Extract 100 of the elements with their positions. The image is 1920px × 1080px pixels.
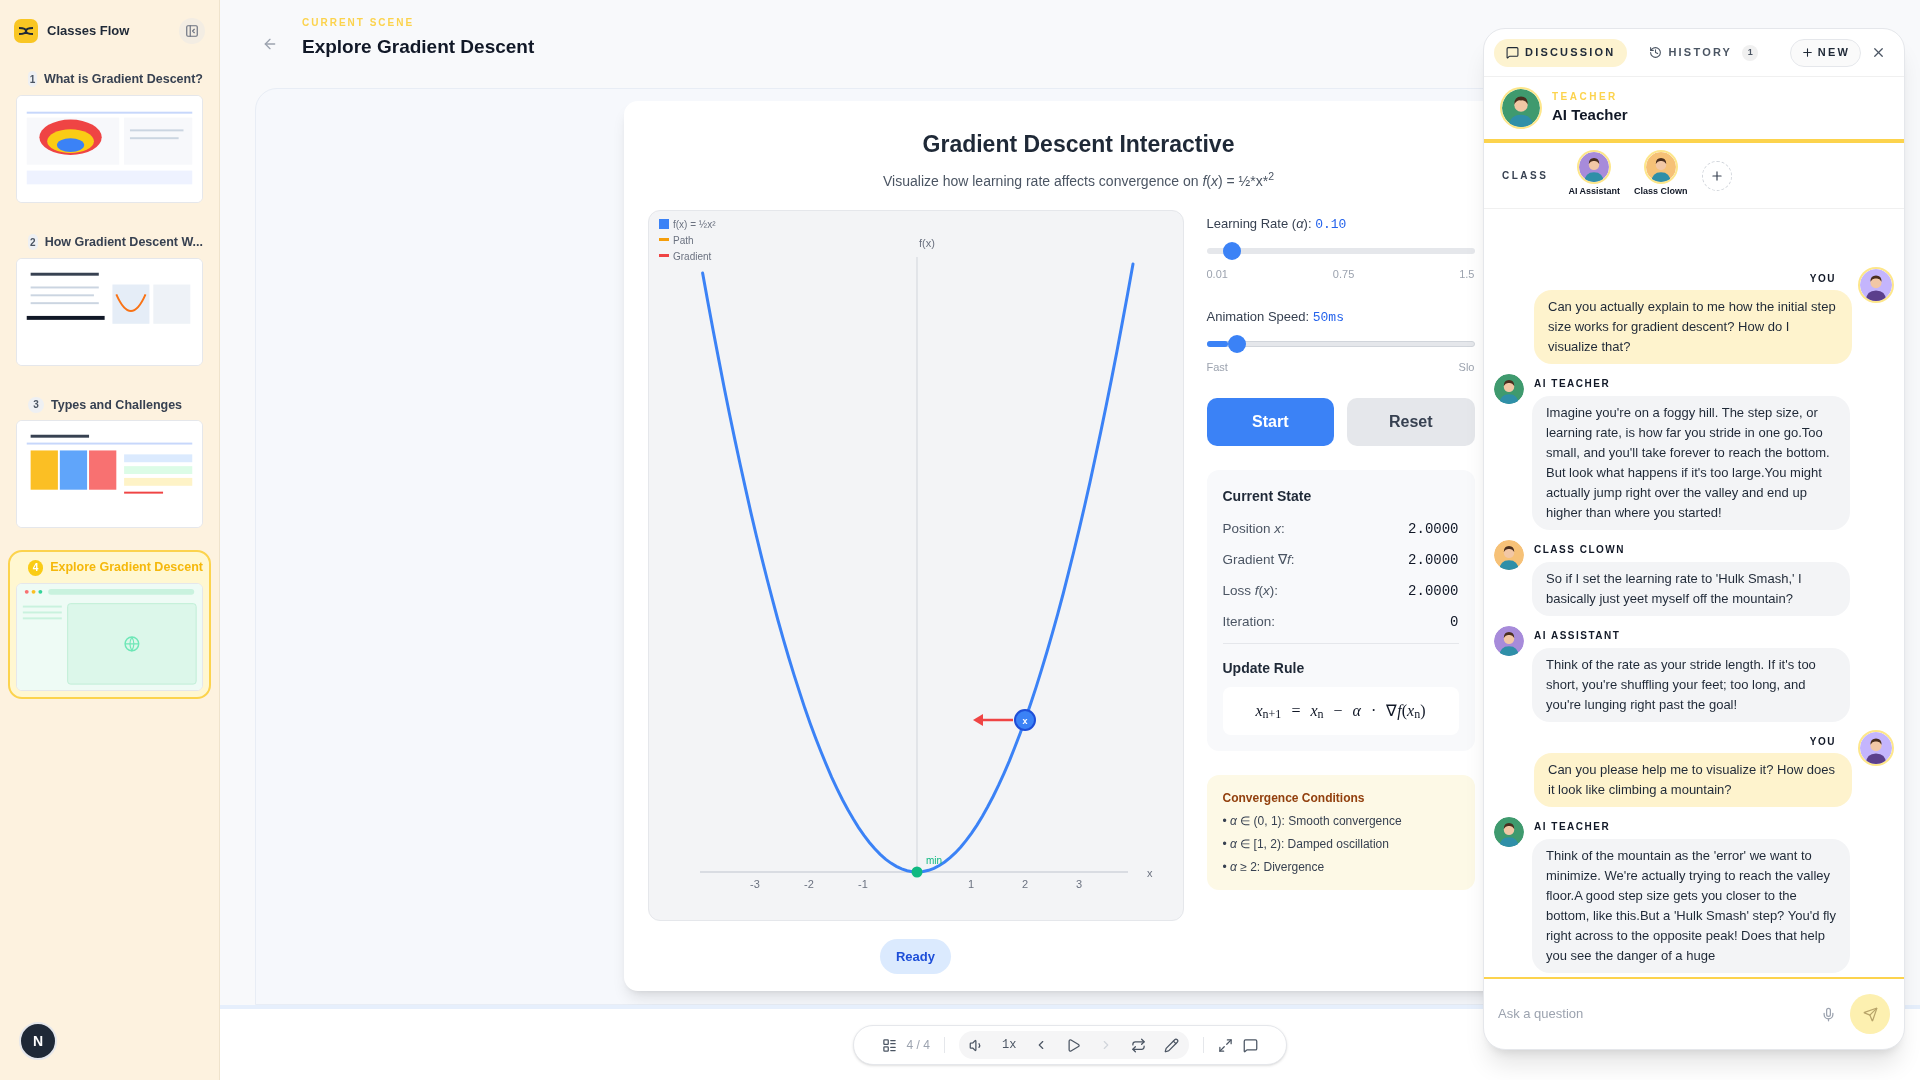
microphone-icon[interactable] [1821, 1006, 1836, 1022]
send-icon [1862, 1006, 1878, 1022]
slider-label: Animation Speed: 50ms [1206, 307, 1345, 327]
history-icon [1649, 46, 1663, 59]
slider-tick-label: 0.01 [1206, 267, 1228, 282]
fullscreen-icon[interactable] [1218, 1037, 1234, 1053]
user-avatar[interactable]: N [19, 1022, 57, 1060]
question-input[interactable]: Ask a question [1498, 1004, 1807, 1024]
gradient-arrow [972, 713, 1013, 726]
axis-label: f(x) [918, 236, 935, 249]
marker-label: x [1022, 715, 1027, 726]
state-value: 2.0000 [1408, 519, 1459, 539]
message-bubble: Think of the rate as your stride length. If it's too short, you're shuffling your feet; too long, and you're lunging right past the goal! [1532, 648, 1850, 722]
formula-box: x$_{n+1}$ = x$_{n}$ − α · ∇f(x$_{n}$) [1222, 686, 1459, 735]
state-label: Gradient ∇f: [1222, 550, 1295, 569]
tick-label: 1 [967, 877, 974, 890]
message-bubble: So if I set the learning rate to 'Hulk Smash,' I basically just yeet myself off the mountain? [1532, 562, 1850, 616]
collapse-sidebar-button[interactable] [179, 18, 205, 44]
pencil-icon[interactable] [1164, 1037, 1180, 1053]
sender-name: AI TEACHER [1534, 820, 1612, 834]
slider-tick-label: 1.5 [1459, 267, 1475, 282]
sender-name: AI ASSISTANT [1534, 629, 1622, 643]
section-heading: Current State [1222, 486, 1313, 506]
tick-label: -2 [803, 877, 814, 890]
slider-tick-label: Slo [1458, 360, 1475, 375]
send-button[interactable] [1850, 994, 1890, 1034]
condition-text: • α ∈ (0, 1): Smooth convergence [1222, 812, 1403, 830]
state-value: 2.0000 [1408, 581, 1459, 601]
tick-label: -1 [857, 877, 868, 890]
chat-icon[interactable] [1243, 1037, 1259, 1053]
slider-track[interactable] [1206, 242, 1475, 260]
scene-title: What is Gradient Descent? [43, 71, 203, 88]
state-label: Position x: [1222, 519, 1285, 538]
sender-name: AI TEACHER [1534, 377, 1612, 391]
scene-number: 3 [28, 396, 44, 413]
scene-number: 2 [28, 234, 38, 251]
minimum-dot [911, 866, 922, 877]
status-pill: Ready [880, 938, 951, 974]
reset-button[interactable]: Reset [1347, 397, 1475, 446]
teacher-name: AI Teacher [1552, 105, 1628, 126]
slider-tick-label: Fast [1206, 360, 1228, 375]
min-label: min [925, 854, 942, 866]
message-bubble: Think of the mountain as the 'error' we want to minimize. We're actually trying to reach the valley floor.A good step size gets you closer to the bottom, like this.But a 'Hulk Smash' step? You'd fly right across to the opposite peak! Does that help you see the danger of a huge [1532, 839, 1850, 973]
state-label: Loss f(x): [1222, 581, 1279, 600]
sender-name: CLASS CLOWN [1534, 543, 1626, 557]
scene-title: Explore Gradient Descent [50, 559, 203, 577]
tick-label: 2 [1021, 877, 1028, 890]
widget-subtitle: Visualize how learning rate affects convergence on f(x) = ½*x*$^{2}$ [883, 170, 1274, 191]
condition-text: • α ∈ [1, 2): Damped oscillation [1222, 835, 1390, 853]
classmate-name: Class Clown [1634, 185, 1688, 199]
scene-title: Types and Challenges [51, 396, 183, 414]
state-value: 2.0000 [1408, 550, 1459, 570]
new-button[interactable]: NEW [1789, 38, 1861, 67]
panel-tab[interactable]: DISCUSSION [1494, 38, 1628, 67]
scene-list-icon[interactable] [881, 1037, 897, 1053]
plus-icon [1709, 168, 1724, 183]
slider-track[interactable] [1206, 335, 1475, 353]
start-button[interactable]: Start [1206, 397, 1334, 446]
panel-tab[interactable]: HISTORY 1 [1637, 38, 1771, 67]
back-icon[interactable] [262, 36, 278, 52]
conditions-heading: Convergence Conditions [1222, 789, 1366, 807]
slider-thumb[interactable] [1222, 242, 1241, 260]
widget-title: Gradient Descent Interactive [922, 130, 1235, 159]
scene-number: 4 [28, 559, 44, 576]
legend-label: Path [672, 234, 694, 246]
legend-label: f(x) = ½x² [672, 218, 715, 230]
scene-title: How Gradient Descent W... [44, 233, 203, 251]
section-heading: Update Rule [1222, 658, 1306, 678]
slider-thumb[interactable] [1227, 335, 1246, 353]
repeat-icon[interactable] [1131, 1037, 1147, 1053]
state-value: 0 [1450, 612, 1459, 632]
axis-label: x [1146, 866, 1152, 879]
chat-bubble-icon [1506, 46, 1519, 59]
avatar [1502, 89, 1540, 127]
condition-text: • α ≥ 2: Divergence [1222, 858, 1326, 876]
sidebar-toggle-icon [185, 24, 199, 38]
speed-button[interactable]: 1x [1001, 1036, 1017, 1054]
sender-name: YOU [1809, 272, 1836, 286]
message-bubble: Can you please help me to visualize it? How does it look like climbing a mountain? [1534, 753, 1852, 807]
scene-number: 1 [28, 71, 37, 88]
tick-label: -3 [749, 877, 760, 890]
page-counter: 4 / 4 [906, 1037, 930, 1054]
slider-label: Learning Rate (α): 0.10 [1206, 214, 1348, 234]
scene-title-heading: Explore Gradient Descent [302, 34, 535, 59]
play-icon[interactable] [1066, 1037, 1082, 1053]
message-bubble: Imagine you're on a foggy hill. The step size, or learning rate, is how far you stride in one go.Too small, and you'll take forever to reach the bottom. But look what happens if it's too large.You might actually jump right over the valley and end up higher than where you started! [1532, 396, 1850, 530]
state-label: Iteration: [1222, 612, 1276, 631]
point-marker [1013, 708, 1036, 731]
app-name: Classes Flow [47, 22, 130, 41]
plus-icon [1800, 46, 1814, 59]
tick-label: 3 [1075, 877, 1082, 890]
close-icon[interactable] [1871, 45, 1886, 60]
sender-name: YOU [1809, 735, 1836, 749]
legend-label: Gradient [672, 250, 711, 262]
scene-eyebrow: CURRENT SCENE [302, 15, 416, 30]
message-bubble: Can you actually explain to me how the initial step size works for gradient descent? How do I visualize that? [1534, 290, 1852, 364]
role-label: TEACHER [1552, 90, 1619, 105]
classmate-name: AI Assistant [1568, 185, 1621, 199]
logo-icon [14, 19, 38, 43]
slider-tick-label: 0.75 [1332, 267, 1355, 282]
